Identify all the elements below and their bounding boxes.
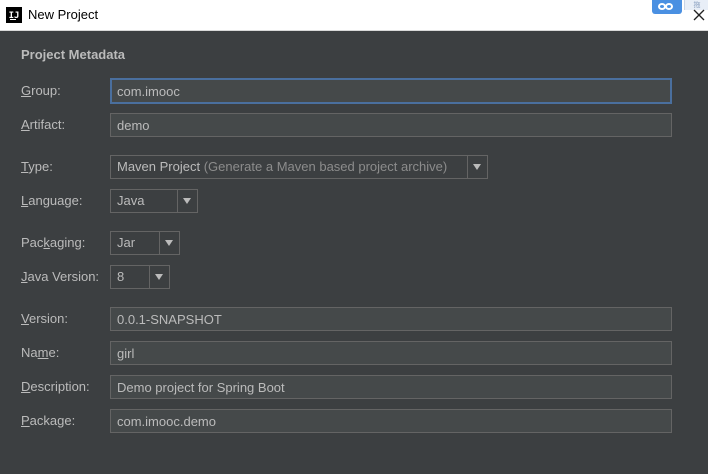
description-label-text: escription:	[30, 379, 90, 394]
description-input[interactable]	[110, 375, 672, 399]
java-version-select-value: 8	[117, 269, 125, 284]
type-select[interactable]: Maven Project (Generate a Maven based pr…	[110, 155, 488, 179]
package-label: Package:	[21, 413, 75, 429]
name-input[interactable]	[110, 341, 672, 365]
artifact-label: Artifact:	[21, 117, 65, 133]
type-label-text: ype:	[28, 159, 53, 174]
packaging-label-text: aging:	[49, 235, 86, 250]
version-label-text: ersion:	[28, 311, 68, 326]
window-title: New Project	[28, 7, 99, 22]
language-label: Language:	[21, 193, 82, 209]
chevron-down-icon[interactable]	[159, 232, 179, 254]
type-select-main: Maven Project	[117, 159, 201, 174]
package-label-text: ackage:	[29, 413, 76, 428]
chevron-down-icon[interactable]	[149, 266, 169, 288]
input-method-icon[interactable]	[652, 0, 682, 14]
packaging-label: Packaging:	[21, 235, 85, 251]
java-version-select[interactable]: 8	[110, 265, 170, 289]
language-select[interactable]: Java	[110, 189, 198, 213]
artifact-label-mnemonic: A	[21, 117, 30, 132]
version-input[interactable]	[110, 307, 672, 331]
language-select-value: Java	[117, 193, 145, 208]
group-label: Group:	[21, 83, 61, 99]
artifact-label-text: rtifact:	[29, 117, 66, 132]
package-input[interactable]	[110, 409, 672, 433]
description-label: Description:	[21, 379, 90, 395]
description-label-mnemonic: D	[21, 379, 31, 394]
name-label-pre: Na	[21, 345, 38, 360]
package-label-mnemonic: P	[21, 413, 30, 428]
new-project-dialog: IJ New Project 拖 Project Metadata Group:…	[0, 0, 708, 474]
title-bar: IJ New Project 拖	[0, 0, 708, 31]
chevron-down-icon[interactable]	[177, 190, 197, 212]
group-input[interactable]	[110, 78, 672, 104]
name-label-mnemonic: m	[37, 345, 49, 360]
artifact-input[interactable]	[110, 113, 672, 137]
packaging-label-pre: Pac	[21, 235, 44, 250]
group-label-text: roup:	[31, 83, 61, 98]
java-version-label: Java Version:	[21, 269, 99, 285]
dialog-content: Project Metadata Group: Artifact: Type: …	[0, 31, 708, 474]
close-icon[interactable]	[692, 8, 706, 22]
version-label: Version:	[21, 311, 68, 327]
name-label-text: e:	[48, 345, 60, 360]
type-label: Type:	[21, 159, 53, 175]
packaging-select[interactable]: Jar	[110, 231, 180, 255]
name-label: Name:	[21, 345, 59, 361]
group-label-mnemonic: G	[21, 83, 32, 98]
intellij-app-icon: IJ	[6, 7, 22, 23]
java-version-label-text: ava Version:	[27, 269, 100, 284]
type-select-value: Maven Project (Generate a Maven based pr…	[117, 156, 447, 178]
language-label-text: anguage:	[28, 193, 83, 208]
version-label-mnemonic: V	[21, 311, 29, 326]
section-title: Project Metadata	[21, 47, 126, 62]
type-select-hint: (Generate a Maven based project archive)	[203, 159, 448, 174]
chevron-down-icon[interactable]	[467, 156, 487, 178]
packaging-select-value: Jar	[117, 235, 136, 250]
